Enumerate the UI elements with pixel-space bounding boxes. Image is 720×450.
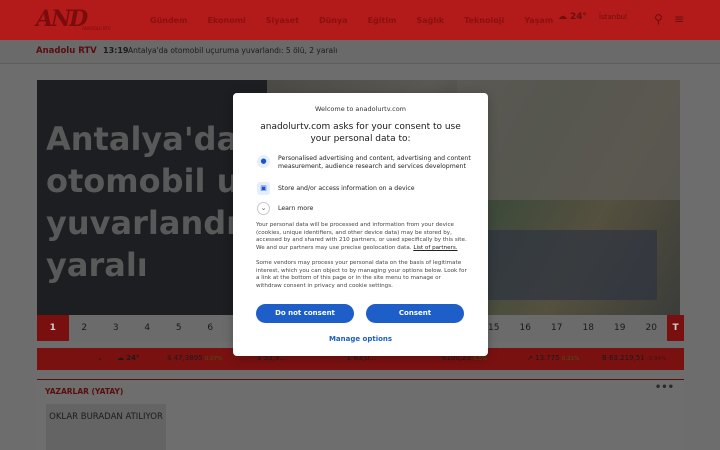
breaking-title[interactable]: Antalya'da otomobil uçuruma yuvarlandı: … — [128, 46, 337, 55]
header-weather: ☁ 24° İstanbul — [558, 12, 627, 22]
writer-card[interactable]: OKLAR BURADAN ATILIYOR — [46, 404, 166, 450]
consent-heading: anadolurtv.com asks for your consent to … — [260, 122, 461, 144]
consent-purpose: ● Personalised advertising and content, … — [257, 155, 472, 171]
consent-purpose-text: Store and/or access information on a dev… — [278, 185, 415, 192]
manage-options-link[interactable]: Manage options — [233, 335, 488, 343]
writer-card-text: OKLAR BURADAN ATILIYOR — [49, 412, 163, 422]
pager-item[interactable]: 17 — [541, 315, 573, 341]
chevron-down-icon: ⌄ — [257, 202, 270, 215]
nav-item-saglik[interactable]: Sağlık — [416, 16, 444, 25]
consent-purpose: ▣ Store and/or access information on a d… — [257, 182, 472, 195]
pager-item[interactable]: 2 — [69, 315, 101, 341]
site-logo[interactable]: AND ANADOLU RTV — [36, 8, 114, 32]
weather-city[interactable]: İstanbul — [599, 13, 627, 21]
pager-item[interactable]: 6 — [195, 315, 227, 341]
learn-more-toggle[interactable]: ⌄ Learn more — [257, 202, 313, 215]
breaking-time: 13:19 — [103, 46, 129, 55]
pager-item[interactable]: 4 — [132, 315, 164, 341]
logo-subtitle: ANADOLU RTV — [82, 26, 111, 31]
hero-image-crowd — [467, 230, 657, 300]
ticker-change: -3,94% — [646, 356, 667, 362]
pager-item[interactable]: 1 — [37, 315, 69, 341]
weather-temperature: 24° — [570, 12, 588, 22]
hero-image-rock — [457, 80, 680, 200]
menu-icon[interactable]: ≡ — [674, 12, 684, 26]
pager-item[interactable]: 18 — [573, 315, 605, 341]
pager-item[interactable]: 19 — [604, 315, 636, 341]
ticker-item[interactable]: B 63.219,51 -3,94% — [602, 354, 666, 362]
consent-dialog: Welcome to anadolurtv.com anadolurtv.com… — [233, 93, 488, 356]
writers-section: YAZARLAR (YATAY) ••• OKLAR BURADAN ATILI… — [37, 379, 684, 450]
learn-more-label: Learn more — [278, 205, 314, 212]
bitcoin-icon: B — [602, 354, 607, 362]
ticker-value: 63.219,51 — [609, 354, 645, 362]
pager-item[interactable]: 16 — [510, 315, 542, 341]
ticker-weather-temp: 24° — [126, 354, 140, 362]
ticker-item[interactable]: ↗ 13.775 0,21% — [527, 354, 579, 362]
ticker-change: 0,5% — [473, 356, 488, 362]
nav-item-yasam[interactable]: Yaşam — [524, 16, 553, 25]
pager-item[interactable]: 5 — [163, 315, 195, 341]
ticker-value: 13.775 — [535, 354, 560, 362]
pager-item[interactable]: 3 — [100, 315, 132, 341]
device-icon: ▣ — [257, 182, 270, 195]
pager-last[interactable]: T — [667, 315, 684, 341]
nav-item-gundem[interactable]: Gündem — [150, 16, 187, 25]
breaking-brand: Anadolu RTV — [36, 46, 97, 56]
ticker-weather: ☁ 24° — [117, 354, 140, 362]
nav-item-egitim[interactable]: Eğitim — [368, 16, 397, 25]
chart-icon: ↗ — [527, 354, 533, 362]
person-icon: ● — [257, 155, 270, 168]
main-nav: Gündem Ekonomi Siyaset Dünya Eğitim Sağl… — [150, 0, 573, 40]
consent-purpose-text: Personalised advertising and content, ad… — [278, 155, 471, 170]
search-icon[interactable]: ⚲ — [654, 12, 663, 26]
site-header: AND ANADOLU RTV Gündem Ekonomi Siyaset D… — [0, 0, 720, 40]
ticker-change: 0,21% — [561, 356, 580, 362]
do-not-consent-button[interactable]: Do not consent — [256, 304, 354, 323]
dollar-icon: $ — [167, 354, 172, 362]
consent-welcome: Welcome to anadolurtv.com — [314, 105, 407, 113]
consent-paragraph: Your personal data will be processed and… — [256, 222, 468, 252]
ticker-item[interactable]: $ 47,3895 0,07% — [167, 354, 222, 362]
nav-item-ekonomi[interactable]: Ekonomi — [207, 16, 245, 25]
consent-button[interactable]: Consent — [366, 304, 464, 323]
consent-paragraph-legitimate-interest: Some vendors may process your personal d… — [256, 260, 467, 289]
writers-heading: YAZARLAR (YATAY) — [45, 387, 124, 396]
nav-item-dunya[interactable]: Dünya — [319, 16, 348, 25]
chevron-down-icon[interactable]: ⌄ — [97, 354, 103, 362]
ticker-value: 47,3895 — [173, 354, 203, 362]
pager-item[interactable]: 20 — [636, 315, 668, 341]
nav-item-teknoloji[interactable]: Teknoloji — [464, 16, 504, 25]
nav-item-siyaset[interactable]: Siyaset — [266, 16, 299, 25]
partners-link[interactable]: List of partners. — [413, 245, 457, 251]
logo-mark: AND — [36, 6, 88, 32]
cloud-sun-icon: ☁ — [558, 12, 567, 22]
ticker-change: 0,07% — [204, 356, 223, 362]
breaking-news-bar: Anadolu RTV 13:19 Antalya'da otomobil uç… — [0, 40, 720, 64]
more-options-icon[interactable]: ••• — [655, 382, 674, 393]
